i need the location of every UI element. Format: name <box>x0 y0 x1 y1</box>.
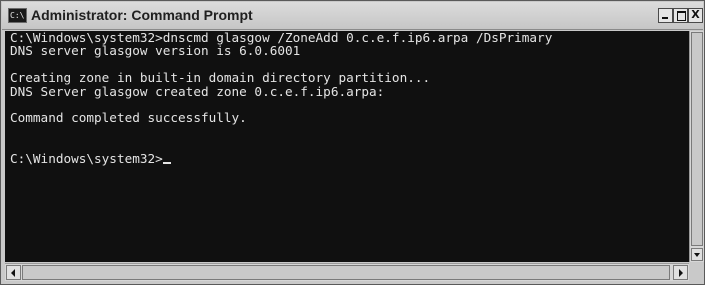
close-icon: X <box>691 8 700 21</box>
scroll-left-button[interactable] <box>6 265 21 280</box>
console-line: C:\Windows\system32>dnscmd glasgow /Zone… <box>10 31 553 45</box>
console-line: DNS Server glasgow created zone 0.c.e.f.… <box>10 83 385 99</box>
horizontal-scrollbar[interactable] <box>5 263 689 281</box>
arrow-right-icon <box>679 269 683 277</box>
minimize-icon <box>662 17 668 19</box>
console-line: Command completed successfully. <box>10 110 247 126</box>
horizontal-scroll-thumb[interactable] <box>22 265 670 280</box>
console-line: Creating zone in built-in domain directo… <box>10 70 431 86</box>
console-line: DNS server glasgow version is 6.0.6001 <box>10 43 301 59</box>
vertical-scrollbar[interactable] <box>689 31 704 262</box>
size-grip[interactable] <box>689 263 704 281</box>
command-prompt-window: C:\ Administrator: Command Prompt X C:\W… <box>0 0 705 285</box>
console-output[interactable]: C:\Windows\system32>dnscmd glasgow /Zone… <box>5 31 689 262</box>
text-cursor <box>162 161 171 164</box>
maximize-icon <box>677 11 686 21</box>
window-title: Administrator: Command Prompt <box>31 7 253 23</box>
console-prompt-line: C:\Windows\system32> <box>10 150 689 166</box>
close-button[interactable]: X <box>688 8 703 23</box>
vertical-scroll-thumb[interactable] <box>691 32 703 246</box>
command-prompt: C:\Windows\system32> <box>10 150 163 166</box>
scroll-right-button[interactable] <box>673 265 688 280</box>
maximize-button[interactable] <box>673 8 688 23</box>
title-bar[interactable]: C:\ Administrator: Command Prompt X <box>2 2 703 30</box>
minimize-button[interactable] <box>658 8 673 23</box>
arrow-down-icon <box>694 253 700 257</box>
command-prompt-icon[interactable]: C:\ <box>8 8 27 23</box>
arrow-left-icon <box>11 269 15 277</box>
scroll-down-button[interactable] <box>691 248 703 261</box>
console-text: C:\Windows\system32>dnscmd glasgow /Zone… <box>5 31 689 165</box>
